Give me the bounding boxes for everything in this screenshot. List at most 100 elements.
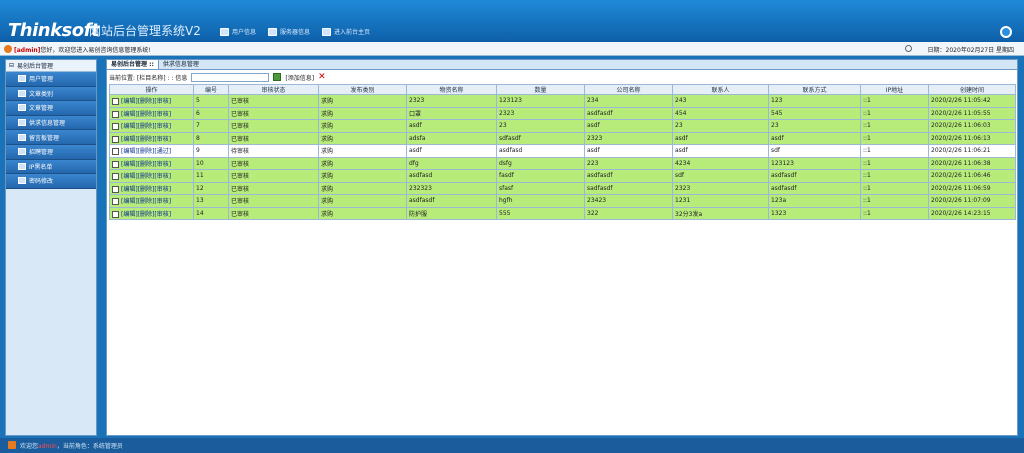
cell-company: asdf — [584, 119, 673, 133]
edit-link[interactable]: [编辑] — [121, 211, 138, 218]
cell-name: 口罩 — [406, 106, 497, 120]
row-checkbox[interactable] — [112, 123, 119, 131]
sidebar-item-articles[interactable]: 文章管理 — [6, 101, 96, 116]
cell-time: 2020/2/26 11:06:21 — [928, 144, 1016, 158]
edit-link[interactable]: [编辑] — [121, 148, 138, 155]
cell-phone: 545 — [768, 106, 861, 120]
audit-link[interactable]: [审核] — [154, 98, 171, 105]
column-header: 物资名称 — [406, 84, 497, 95]
search-input[interactable] — [191, 72, 270, 82]
table-row: [编辑][删除][通过] 9 待审核 求购 asdf asdfasd asdf asdf sdf… — [109, 144, 1016, 158]
cell-qty: 2323 — [496, 106, 585, 120]
row-checkbox[interactable] — [112, 198, 119, 206]
cell-ip: ::1 — [860, 206, 929, 220]
delete-link[interactable]: [删除] — [138, 148, 155, 155]
delete-link[interactable]: [删除] — [138, 186, 155, 193]
cell-phone: asdf — [768, 131, 861, 145]
tab-admin[interactable]: 易创后台管理 :: — [107, 60, 159, 69]
audit-link[interactable]: [审核] — [154, 161, 171, 168]
delete-link[interactable]: [删除] — [138, 111, 155, 118]
delete-link[interactable]: [删除] — [138, 161, 155, 168]
cell-qty: dsfg — [496, 156, 585, 170]
delete-link[interactable]: [删除] — [138, 173, 155, 180]
cell-company: asdfasdf — [584, 169, 673, 183]
cell-time: 2020/2/26 14:23:15 — [928, 206, 1016, 220]
nav-label: 服务器信息 — [280, 29, 311, 36]
sidebar-item-supply-demand[interactable]: 供求信息管理 — [6, 115, 96, 131]
cell-name: asdf — [406, 144, 497, 158]
nav-user-info[interactable]: 用户信息 — [220, 27, 256, 36]
audit-link[interactable]: [通过] — [154, 148, 171, 155]
edit-link[interactable]: [编辑] — [121, 161, 138, 168]
audit-link[interactable]: [审核] — [154, 186, 171, 193]
sidebar-item-article-category[interactable]: 文章类别 — [6, 86, 96, 102]
cell-name: asdf — [406, 119, 497, 133]
footer-user: admin — [38, 443, 57, 450]
cell-status: 待审核 — [228, 144, 319, 158]
row-checkbox[interactable] — [112, 110, 119, 118]
cell-status: 已审核 — [228, 194, 319, 208]
tab-supply-demand[interactable]: 供求信息管理 — [159, 60, 203, 69]
delete-link[interactable]: [删除] — [138, 211, 155, 218]
welcome-user: [admin] — [14, 47, 41, 54]
edit-link[interactable]: [编辑] — [121, 186, 138, 193]
cell-contact: sdf — [672, 169, 769, 183]
audit-link[interactable]: [审核] — [154, 111, 171, 118]
cell-phone: 123 — [768, 94, 861, 108]
audit-link[interactable]: [审核] — [154, 123, 171, 130]
sidebar-item-label: 供求信息管理 — [29, 120, 66, 128]
edit-link[interactable]: [编辑] — [121, 123, 138, 130]
delete-link[interactable]: [删除] — [138, 198, 155, 205]
edit-link[interactable]: [编辑] — [121, 98, 138, 105]
delete-link[interactable]: [删除] — [138, 136, 155, 143]
row-checkbox[interactable] — [112, 173, 119, 181]
audit-link[interactable]: [审核] — [154, 136, 171, 143]
nav-label: 用户信息 — [232, 29, 257, 36]
row-checkbox[interactable] — [112, 185, 119, 193]
cell-name: 232323 — [406, 181, 497, 195]
row-checkbox[interactable] — [112, 135, 119, 143]
nav-frontend-home[interactable]: 进入前台主页 — [322, 27, 370, 36]
cell-company: 234 — [584, 94, 673, 108]
cell-time: 2020/2/26 11:05:42 — [928, 94, 1016, 108]
row-checkbox[interactable] — [112, 98, 119, 106]
top-nav: 用户信息 服务器信息 进入前台主页 — [220, 27, 370, 36]
row-checkbox[interactable] — [112, 148, 119, 156]
audit-link[interactable]: [审核] — [154, 173, 171, 180]
edit-link[interactable]: [编辑] — [121, 111, 138, 118]
cell-contact: 4234 — [672, 156, 769, 170]
add-icon[interactable] — [273, 73, 282, 81]
sidebar-item-recruitment[interactable]: 招聘管理 — [6, 144, 96, 160]
sidebar-root[interactable]: ⊟ 易创后台管理 — [6, 60, 96, 72]
cell-contact: asdf — [672, 144, 769, 158]
power-icon[interactable] — [1000, 26, 1012, 38]
column-header: 操作 — [109, 84, 194, 95]
cell-ip: ::1 — [860, 106, 929, 120]
delete-link[interactable]: [删除] — [138, 98, 155, 105]
edit-link[interactable]: [编辑] — [121, 136, 138, 143]
sidebar-item-password[interactable]: 密码修改 — [6, 174, 96, 189]
delete-link[interactable]: [删除] — [138, 123, 155, 130]
cell-time: 2020/2/26 11:05:55 — [928, 106, 1016, 120]
add-info-link[interactable]: [添加信息] — [285, 73, 314, 82]
cell-status: 已审核 — [228, 206, 319, 220]
sidebar-item-ip-blacklist[interactable]: IP黑名单 — [6, 159, 96, 175]
ops-cell: [编辑][删除][审核] — [109, 206, 194, 220]
audit-link[interactable]: [审核] — [154, 211, 171, 218]
sidebar-item-users[interactable]: 用户管理 — [6, 72, 96, 87]
cell-qty: sdfasdf — [496, 131, 585, 145]
nav-server-info[interactable]: 服务器信息 — [268, 27, 310, 36]
footer-prefix: 欢迎您 — [20, 443, 39, 450]
edit-link[interactable]: [编辑] — [121, 198, 138, 205]
sidebar-item-guestbook[interactable]: 留言板管理 — [6, 130, 96, 145]
cell-ip: ::1 — [860, 169, 929, 183]
table-row: [编辑][删除][审核] 10 已审核 求购 dfg dsfg 223 4234 123123:… — [109, 156, 1016, 170]
cell-name: adsfa — [406, 131, 497, 145]
audit-link[interactable]: [审核] — [154, 198, 171, 205]
edit-link[interactable]: [编辑] — [121, 173, 138, 180]
breadcrumb-location: 当前位置: [栏目名称] : : 信息 — [109, 74, 188, 82]
row-checkbox[interactable] — [112, 160, 119, 168]
delete-icon[interactable]: ✕ — [318, 72, 326, 82]
row-checkbox[interactable] — [112, 210, 119, 218]
page-icon — [18, 148, 26, 156]
